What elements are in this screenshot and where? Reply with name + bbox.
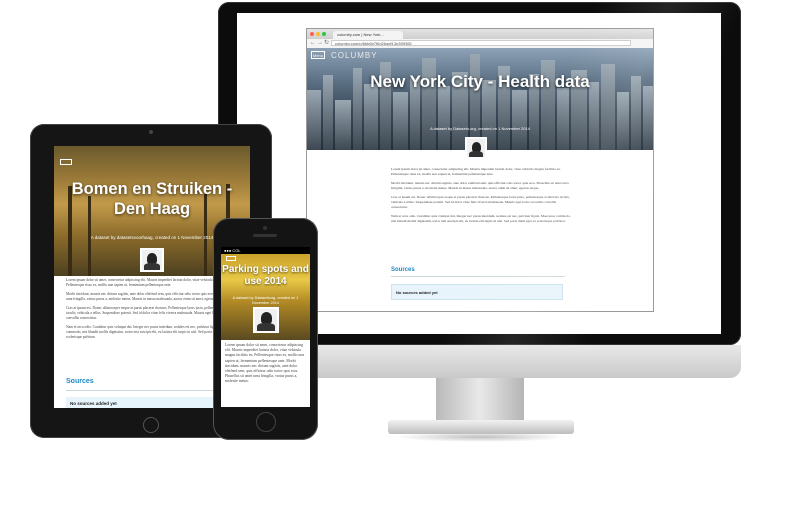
ipad-home-button[interactable] (143, 417, 159, 433)
description-paragraph: Lorem ipsum dolor sit amet, consectetur … (391, 167, 561, 176)
reload-icon[interactable]: ↻ (324, 40, 329, 47)
iphone-camera (263, 226, 267, 230)
divider (391, 276, 565, 277)
description-paragraph: Cras at ipsum est. Donec ullamcorper neq… (391, 195, 570, 209)
description-paragraph: Morbi tincidunt, mauris nec dictum sagit… (391, 181, 569, 190)
dataset-title: Parking spots and use 2014 (222, 264, 309, 287)
browser-tab-bar: columby.com | New York... (307, 29, 653, 39)
zoom-window-icon[interactable] (322, 32, 326, 36)
avatar[interactable] (253, 307, 279, 333)
hero-banner: Menu COLUMBY New York City - Health data… (307, 48, 653, 150)
minimize-window-icon[interactable] (316, 32, 320, 36)
dataset-title: New York City - Health data (370, 72, 590, 91)
browser-tab[interactable]: columby.com | New York... (333, 31, 403, 39)
site-logo[interactable]: COLUMBY (331, 51, 378, 60)
iphone-speaker (253, 234, 277, 237)
signal-icon: ●●● (224, 248, 232, 253)
description-paragraph: Nam et arcu odio. Curabitur quis volutpa… (391, 214, 571, 223)
dataset-subtitle: A dataset by Datasetsorg, created on 1 N… (232, 296, 299, 305)
iphone-screen: ●●● COL Parking spots and use 2014 A dat… (221, 247, 310, 407)
avatar[interactable] (140, 248, 164, 272)
forward-arrow-icon[interactable]: → (317, 40, 323, 47)
imac-stand-base (388, 420, 574, 434)
close-window-icon[interactable] (310, 32, 314, 36)
dataset-description: Lorem ipsum dolor sit amet, consectetur … (225, 343, 305, 384)
sources-heading: Sources (66, 378, 94, 385)
status-bar: ●●● COL (221, 247, 310, 254)
back-arrow-icon[interactable]: ← (310, 40, 316, 47)
browser-window: columby.com | New York... ← → ↻ columby.… (306, 28, 654, 312)
dataset-title: Bomen en Struiken - Den Haag (71, 180, 233, 218)
menu-button[interactable] (60, 159, 72, 165)
menu-button[interactable]: Menu (311, 51, 325, 59)
url-field[interactable]: columby.com/p/6bb6b7f6d26adf13e3f5f365 (331, 40, 631, 46)
menu-button[interactable] (226, 256, 236, 261)
ipad-camera (149, 130, 153, 134)
dataset-subtitle: A dataset by Datasets.org, created on 1 … (430, 126, 530, 131)
avatar[interactable] (465, 137, 487, 159)
imac-stand-neck (436, 378, 524, 424)
carrier-label: COL (232, 248, 241, 253)
sources-heading: Sources (391, 267, 415, 273)
no-sources-box: No sources added yet (391, 284, 563, 300)
iphone-home-button[interactable] (256, 412, 276, 432)
dataset-description: Lorem ipsum dolor sit amet, consectetur … (391, 167, 571, 228)
